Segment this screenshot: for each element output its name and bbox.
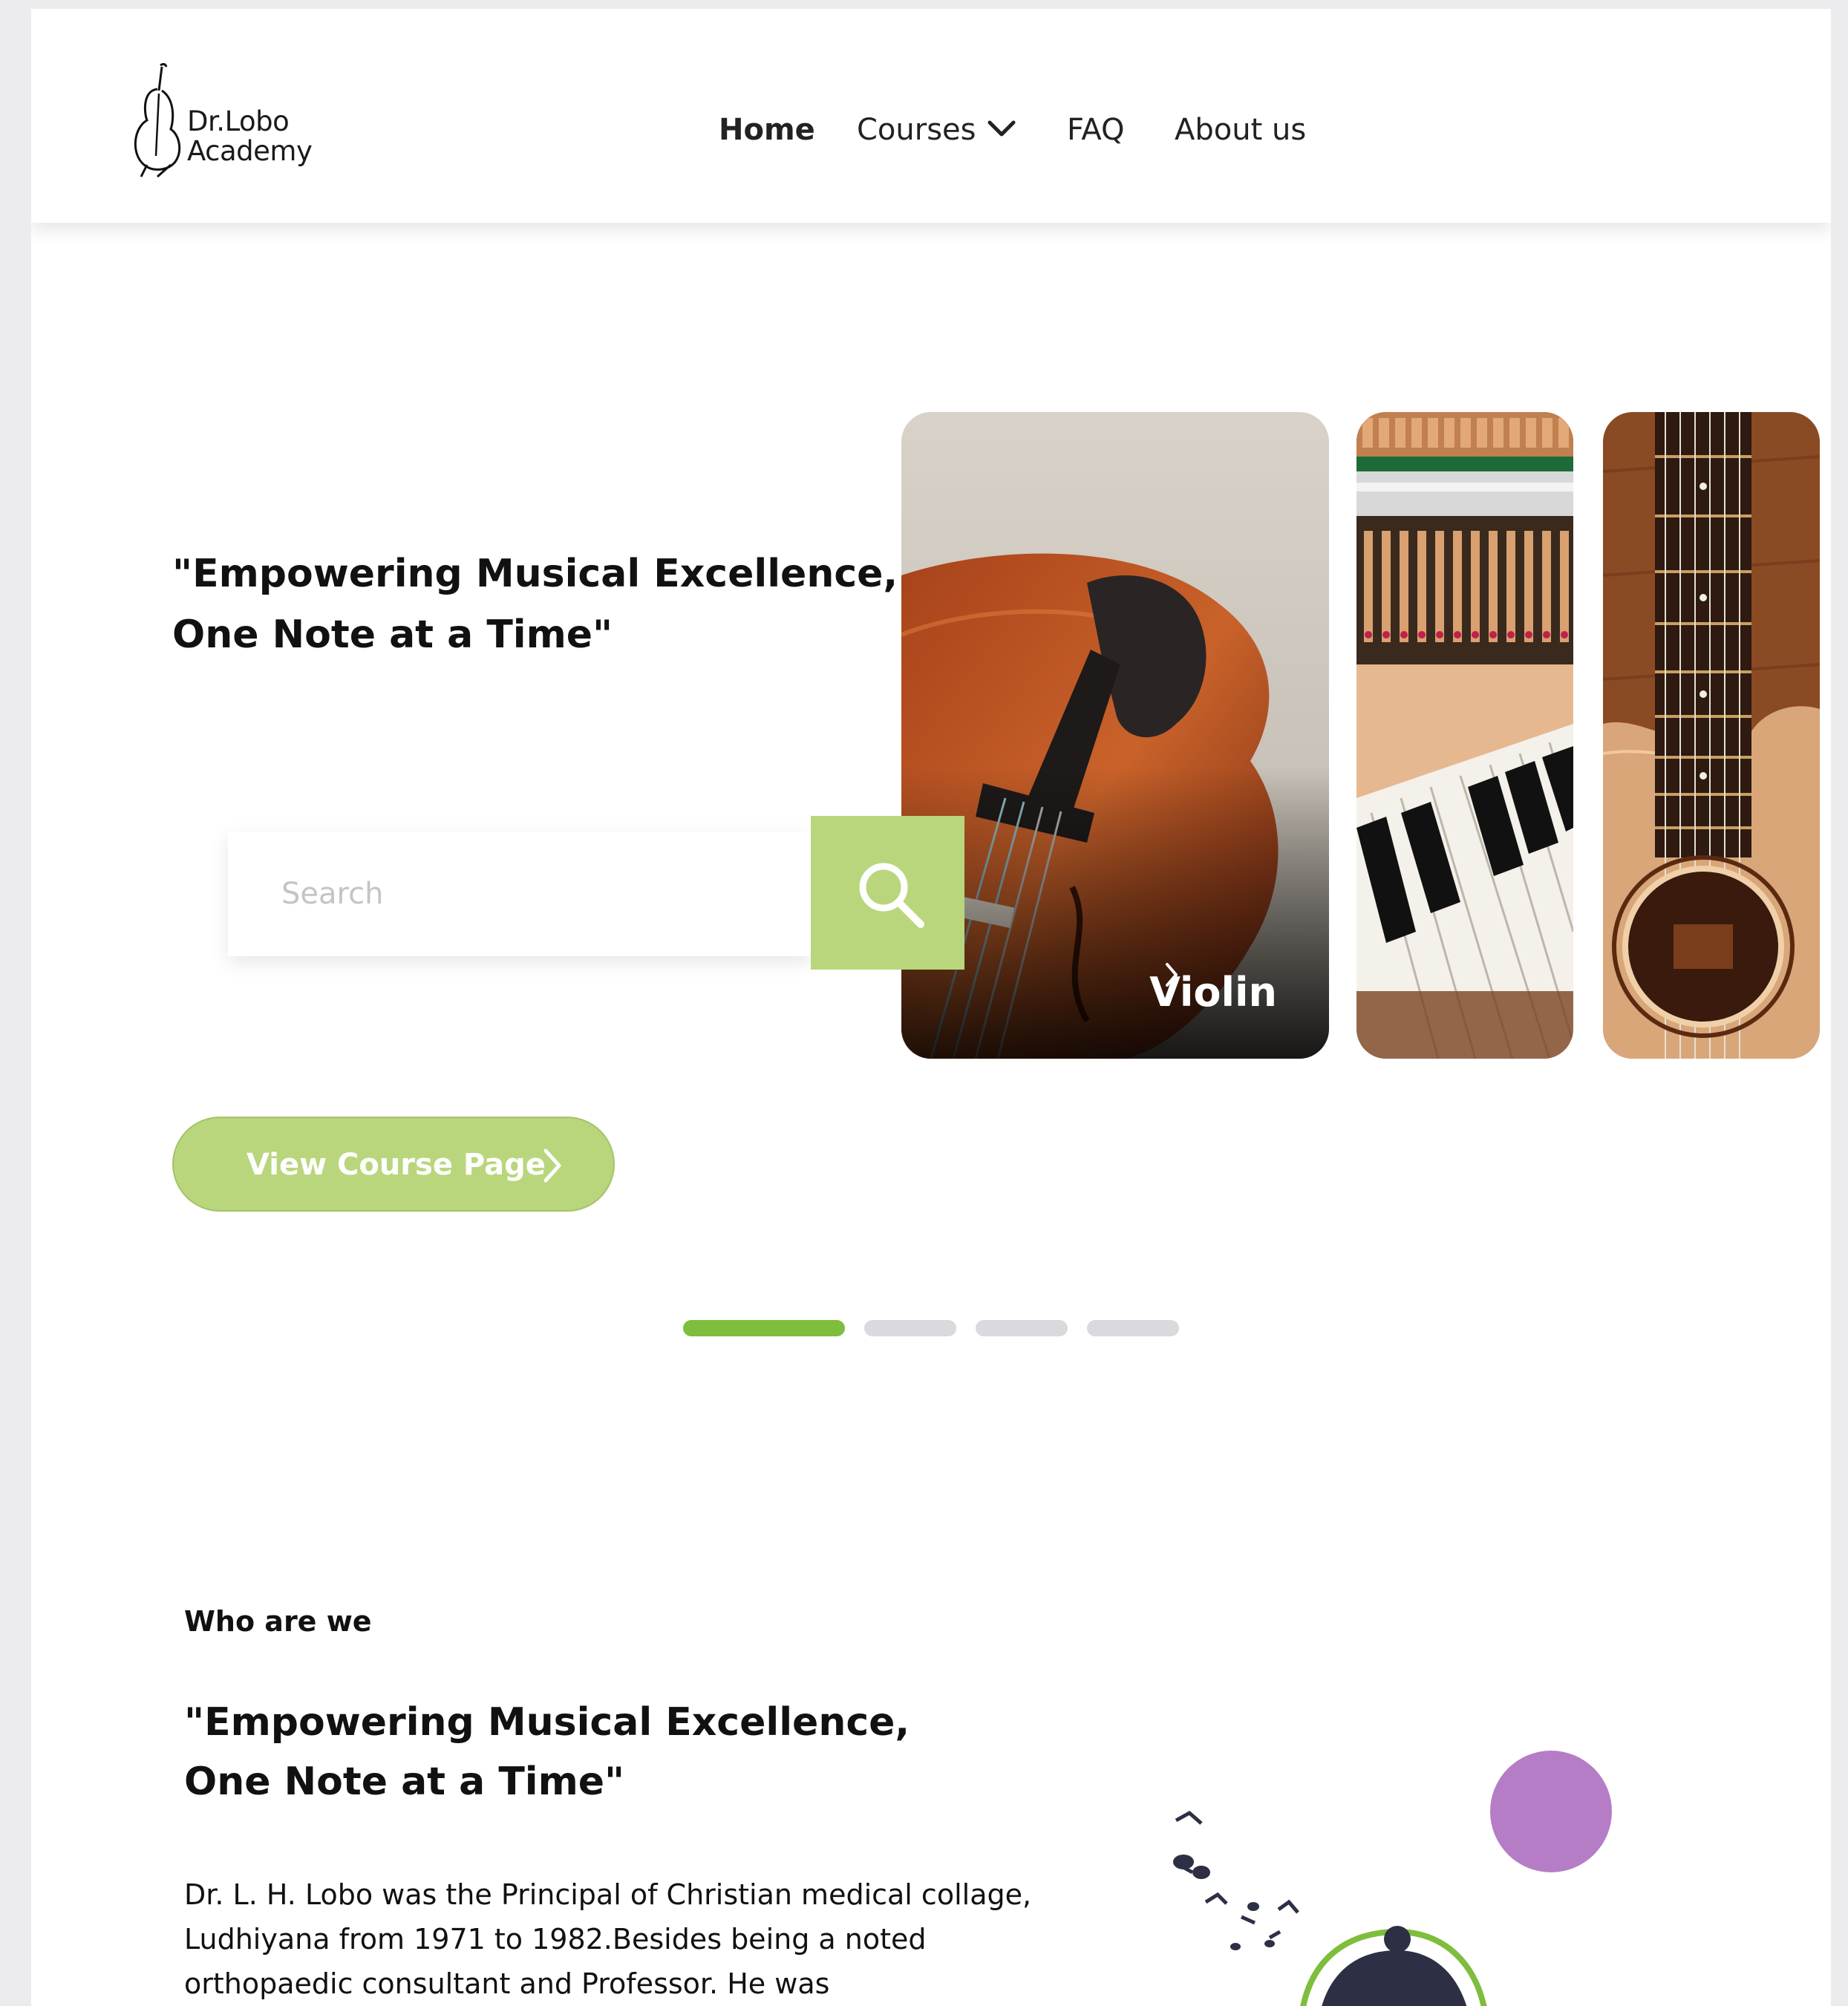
view-course-page-button[interactable]: View Course Page — [172, 1117, 615, 1212]
section-title: "Empowering Musical Excellence, One Note… — [184, 1693, 1001, 1811]
illustration — [1130, 1731, 1650, 2006]
search-icon — [859, 863, 924, 928]
page: Dr.Lobo Academy Home Courses FAQ About u… — [31, 9, 1831, 2006]
music-notes-icon — [1173, 1751, 1612, 2006]
chevron-right-icon — [1166, 963, 1178, 987]
card-label-violin: Violin — [1149, 963, 1277, 1016]
search-box — [228, 832, 811, 956]
course-card-piano[interactable] — [1356, 412, 1573, 1059]
nav-faq[interactable]: FAQ — [1067, 113, 1124, 147]
carousel-dot-4[interactable] — [1087, 1320, 1179, 1336]
view-course-page-label: View Course Page — [246, 1148, 546, 1182]
nav-courses-label: Courses — [857, 113, 976, 147]
hero-title: "Empowering Musical Excellence, One Note… — [172, 543, 915, 665]
chevron-right-icon — [543, 1149, 561, 1183]
nav-courses[interactable]: Courses — [857, 113, 1016, 147]
main-nav: Home Courses FAQ About us — [31, 113, 1831, 157]
search-button[interactable] — [811, 816, 964, 970]
section-label: Who are we — [184, 1605, 372, 1638]
course-card-violin[interactable]: Violin — [901, 412, 1329, 1059]
piano-image — [1356, 412, 1573, 1059]
carousel-dot-2[interactable] — [864, 1320, 956, 1336]
carousel-dot-3[interactable] — [976, 1320, 1068, 1336]
search-input[interactable] — [228, 832, 811, 956]
chevron-down-icon — [987, 120, 1015, 137]
header: Dr.Lobo Academy Home Courses FAQ About u… — [31, 9, 1831, 223]
carousel-dot-1[interactable] — [683, 1320, 845, 1336]
hero-title-line-2: One Note at a Time" — [172, 612, 613, 657]
nav-home[interactable]: Home — [719, 113, 815, 147]
section-title-line-2: One Note at a Time" — [184, 1760, 625, 1804]
section-title-line-1: "Empowering Musical Excellence, — [184, 1700, 910, 1745]
hero-title-line-1: "Empowering Musical Excellence, — [172, 552, 898, 596]
course-card-guitar[interactable] — [1603, 412, 1820, 1059]
section-body: Dr. L. H. Lobo was the Principal of Chri… — [184, 1878, 1032, 2000]
violin-image — [901, 412, 1329, 1059]
nav-about-us[interactable]: About us — [1175, 113, 1306, 147]
guitar-image — [1603, 412, 1820, 1059]
